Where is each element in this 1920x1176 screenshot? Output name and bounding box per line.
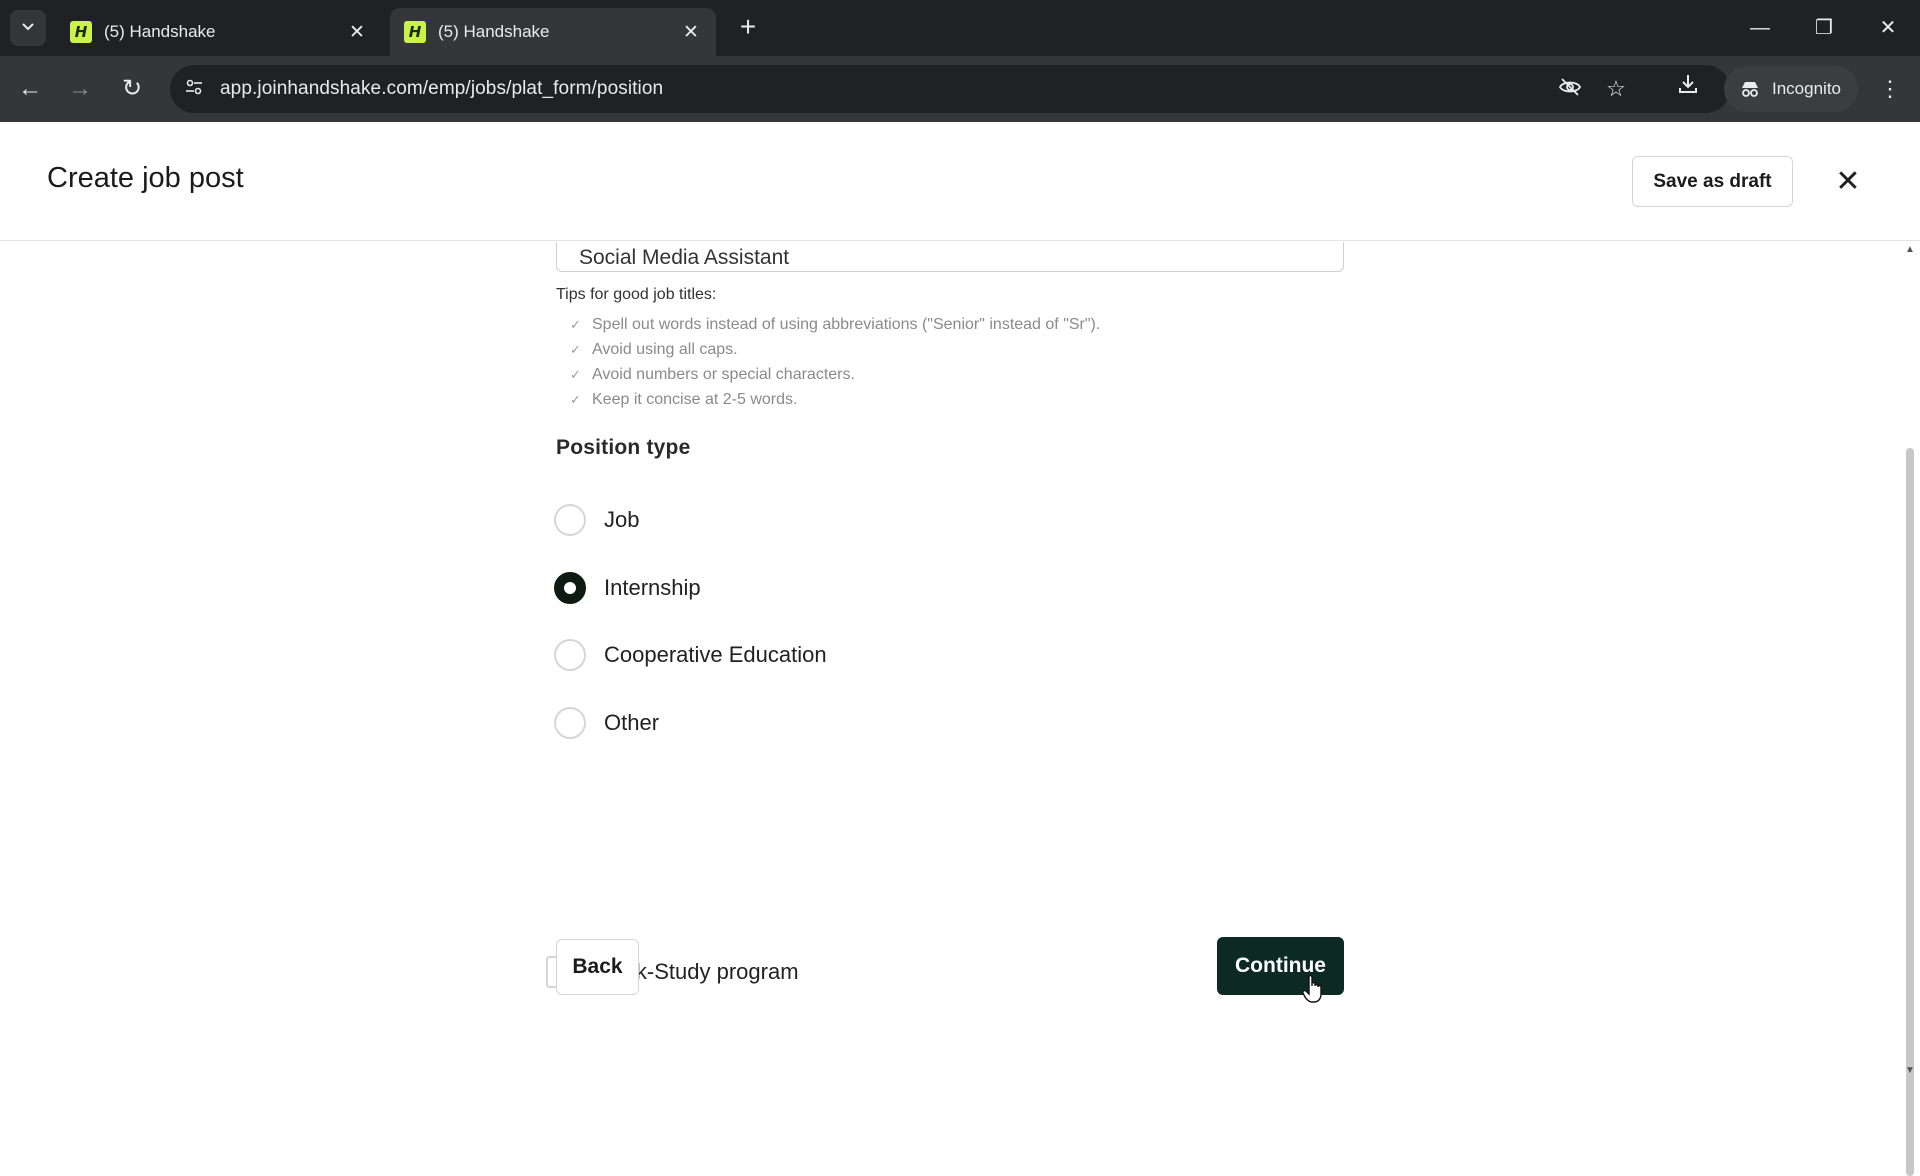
forward-arrow-icon[interactable]: →	[62, 71, 98, 107]
scroll-down-icon[interactable]: ▼	[1905, 1065, 1915, 1076]
position-type-label: Position type	[556, 436, 691, 459]
checkmark-icon: ✓	[570, 367, 581, 382]
back-arrow-icon[interactable]: ←	[12, 71, 48, 107]
browser-tab-2[interactable]: H (5) Handshake ✕	[390, 8, 716, 56]
browser-tab-1[interactable]: H (5) Handshake ✕	[56, 8, 382, 56]
save-as-draft-button[interactable]: Save as draft	[1632, 156, 1793, 207]
hand-cursor-icon	[1301, 974, 1327, 1004]
tab-title: (5) Handshake	[104, 22, 216, 41]
tip-item: ✓ Avoid numbers or special characters.	[570, 362, 1100, 387]
new-tab-button[interactable]: +	[732, 12, 764, 44]
incognito-indicator[interactable]: Incognito	[1724, 66, 1858, 112]
job-title-input[interactable]: Social Media Assistant	[556, 242, 1344, 272]
back-button[interactable]: Back	[556, 939, 639, 995]
radio-label: Other	[604, 710, 660, 735]
tip-text: Spell out words instead of using abbrevi…	[592, 316, 1101, 333]
address-bar[interactable]: app.joinhandshake.com/emp/jobs/plat_form…	[170, 65, 1730, 113]
download-icon[interactable]	[1670, 71, 1706, 107]
radio-label: Internship	[604, 575, 701, 600]
radio-button-selected[interactable]	[554, 572, 586, 604]
radio-option-internship[interactable]: Internship	[554, 572, 701, 604]
url-text[interactable]: app.joinhandshake.com/emp/jobs/plat_form…	[220, 65, 663, 113]
job-title-value: Social Media Assistant	[579, 246, 790, 269]
radio-button[interactable]	[554, 504, 586, 536]
scroll-up-icon[interactable]: ▲	[1905, 244, 1915, 255]
close-tab-icon[interactable]: ✕	[346, 21, 368, 44]
radio-option-cooperative-education[interactable]: Cooperative Education	[554, 639, 827, 671]
browser-tab-bar: H (5) Handshake ✕ H (5) Handshake ✕ + — …	[0, 0, 1920, 56]
checkmark-icon: ✓	[570, 392, 581, 407]
incognito-icon	[1738, 77, 1762, 101]
tip-item: ✓ Keep it concise at 2-5 words.	[570, 387, 1100, 412]
radio-label: Cooperative Education	[604, 642, 827, 667]
tip-item: ✓ Spell out words instead of using abbrev…	[570, 312, 1100, 337]
tips-heading: Tips for good job titles:	[556, 286, 717, 303]
page: Create job post Save as draft ✕ Social M…	[0, 122, 1920, 1176]
tip-item: ✓ Avoid using all caps.	[570, 337, 1100, 362]
close-icon[interactable]: ✕	[1828, 160, 1868, 204]
handshake-favicon-icon: H	[404, 21, 426, 43]
tip-text: Avoid using all caps.	[592, 341, 738, 358]
checkmark-icon: ✓	[570, 317, 581, 332]
tab-title: (5) Handshake	[438, 22, 550, 41]
radio-option-other[interactable]: Other	[554, 707, 659, 739]
radio-button[interactable]	[554, 707, 586, 739]
site-settings-icon[interactable]	[182, 77, 206, 101]
close-tab-icon[interactable]: ✕	[680, 21, 702, 44]
restore-icon[interactable]: ❐	[1804, 10, 1844, 46]
radio-label: Job	[604, 507, 640, 532]
tips-list: ✓ Spell out words instead of using abbrev…	[570, 312, 1100, 412]
chevron-down-icon	[20, 18, 36, 39]
kebab-menu-icon[interactable]: ⋮	[1872, 71, 1908, 107]
checkmark-icon: ✓	[570, 342, 581, 357]
form-content: Social Media Assistant Tips for good job…	[0, 242, 1900, 1080]
handshake-favicon-icon: H	[70, 21, 92, 43]
page-header: Create job post Save as draft ✕	[0, 122, 1920, 241]
page-title: Create job post	[47, 162, 244, 194]
eye-off-icon[interactable]	[1556, 75, 1584, 103]
tab-search-button[interactable]	[10, 10, 46, 46]
radio-option-job[interactable]: Job	[554, 504, 639, 536]
vertical-scrollbar[interactable]: ▲ ▼	[1900, 242, 1920, 1176]
bookmark-star-icon[interactable]: ☆	[1602, 75, 1630, 103]
incognito-label: Incognito	[1772, 79, 1841, 98]
tip-text: Avoid numbers or special characters.	[592, 366, 855, 383]
tip-text: Keep it concise at 2-5 words.	[592, 391, 798, 408]
close-window-icon[interactable]: ✕	[1868, 10, 1908, 46]
radio-button[interactable]	[554, 639, 586, 671]
reload-icon[interactable]: ↻	[114, 71, 150, 107]
browser-toolbar: ← → ↻ app.joinhandshake.com/emp/jobs/pla…	[0, 56, 1920, 122]
minimize-icon[interactable]: —	[1740, 10, 1780, 46]
